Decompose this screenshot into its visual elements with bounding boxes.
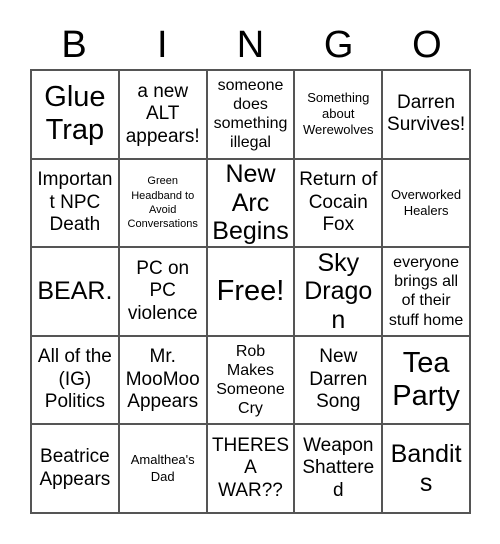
bingo-cell-label: Overworked Healers xyxy=(391,186,462,218)
bingo-cell-label: PC on PC violence xyxy=(127,257,198,324)
bingo-cell-r4c4[interactable]: New Darren Song xyxy=(295,336,384,426)
bingo-header-row: B I N G O xyxy=(30,20,471,69)
bingo-cell-r3c5[interactable]: everyone brings all of their stuff home xyxy=(383,248,471,337)
bingo-cell-r2c5[interactable]: Overworked Healers xyxy=(383,159,471,249)
bingo-cell-label: Rob Makes Someone Cry xyxy=(216,342,285,418)
bingo-cell-label: New Darren Song xyxy=(309,346,368,413)
bingo-header-letter-n: N xyxy=(236,23,265,66)
bingo-cell-r4c1[interactable]: All of the (IG) Politics xyxy=(32,336,120,426)
bingo-cell-free-space[interactable]: Free! xyxy=(207,248,296,337)
bingo-cell-label: someone does something illegal xyxy=(213,76,288,152)
bingo-cell-r1c5[interactable]: Darren Survives! xyxy=(383,71,471,160)
bingo-cell-r1c1[interactable]: Glue Trap xyxy=(32,71,120,160)
bingo-cell-label: Green Headband to Avoid Conversations xyxy=(127,175,198,231)
bingo-header-letter-g: G xyxy=(323,23,354,66)
bingo-cell-label: Something about Werewolves xyxy=(303,89,374,138)
bingo-cell-r3c2[interactable]: PC on PC violence xyxy=(119,248,208,337)
bingo-cell-r5c1[interactable]: Beatrice Appears xyxy=(32,425,120,514)
bingo-cell-label: Bandits xyxy=(390,440,462,497)
bingo-cell-label: Sky Dragon xyxy=(304,248,373,334)
bingo-cell-r5c3[interactable]: THERES A WAR?? xyxy=(207,425,296,514)
bingo-cell-r2c4[interactable]: Return of Cocain Fox xyxy=(295,159,384,249)
bingo-cell-r2c1[interactable]: Important NPC Death xyxy=(32,159,120,249)
bingo-cell-label: All of the (IG) Politics xyxy=(37,346,112,413)
bingo-cell-label: New Arc Begins xyxy=(212,160,289,246)
bingo-cell-label: Tea Party xyxy=(392,347,460,413)
bingo-header-letter-b: B xyxy=(61,23,87,66)
bingo-cell-label: Free! xyxy=(216,274,285,307)
bingo-cell-label: THERES A WAR?? xyxy=(211,435,290,501)
bingo-cell-label: Important NPC Death xyxy=(37,169,113,236)
bingo-grid: Glue Trap a new ALT appears! someone doe… xyxy=(30,69,471,514)
bingo-cell-label: BEAR. xyxy=(37,277,113,306)
bingo-cell-r2c2[interactable]: Green Headband to Avoid Conversations xyxy=(119,159,208,249)
bingo-cell-r3c4[interactable]: Sky Dragon xyxy=(295,248,384,337)
bingo-header-letter-o: O xyxy=(412,23,442,66)
bingo-card: B I N G O Glue Trap a new ALT appears! s… xyxy=(0,0,500,544)
bingo-cell-label: Glue Trap xyxy=(44,81,106,147)
bingo-cell-r1c4[interactable]: Something about Werewolves xyxy=(295,71,384,160)
bingo-cell-r1c2[interactable]: a new ALT appears! xyxy=(119,71,208,160)
bingo-header-letter-i: I xyxy=(157,23,168,66)
bingo-cell-r5c5[interactable]: Bandits xyxy=(383,425,471,514)
bingo-cell-r3c1[interactable]: BEAR. xyxy=(32,248,120,337)
bingo-cell-r5c2[interactable]: Amalthea's Dad xyxy=(119,425,208,514)
bingo-cell-label: Amalthea's Dad xyxy=(130,452,195,484)
bingo-cell-label: Beatrice Appears xyxy=(39,446,111,490)
bingo-cell-r5c4[interactable]: Weapon Shattered xyxy=(295,425,384,514)
bingo-cell-label: Return of Cocain Fox xyxy=(299,169,378,236)
bingo-cell-r4c2[interactable]: Mr. MooMoo Appears xyxy=(119,336,208,426)
bingo-cell-r4c5[interactable]: Tea Party xyxy=(383,336,471,426)
bingo-cell-label: a new ALT appears! xyxy=(125,80,200,147)
bingo-cell-label: Mr. MooMoo Appears xyxy=(125,346,200,413)
bingo-cell-r2c3[interactable]: New Arc Begins xyxy=(207,159,296,249)
bingo-cell-r1c3[interactable]: someone does something illegal xyxy=(207,71,296,160)
bingo-cell-label: everyone brings all of their stuff home xyxy=(388,254,464,329)
bingo-cell-r4c3[interactable]: Rob Makes Someone Cry xyxy=(207,336,296,426)
bingo-cell-label: Darren Survives! xyxy=(387,91,466,136)
bingo-cell-label: Weapon Shattered xyxy=(302,435,375,501)
